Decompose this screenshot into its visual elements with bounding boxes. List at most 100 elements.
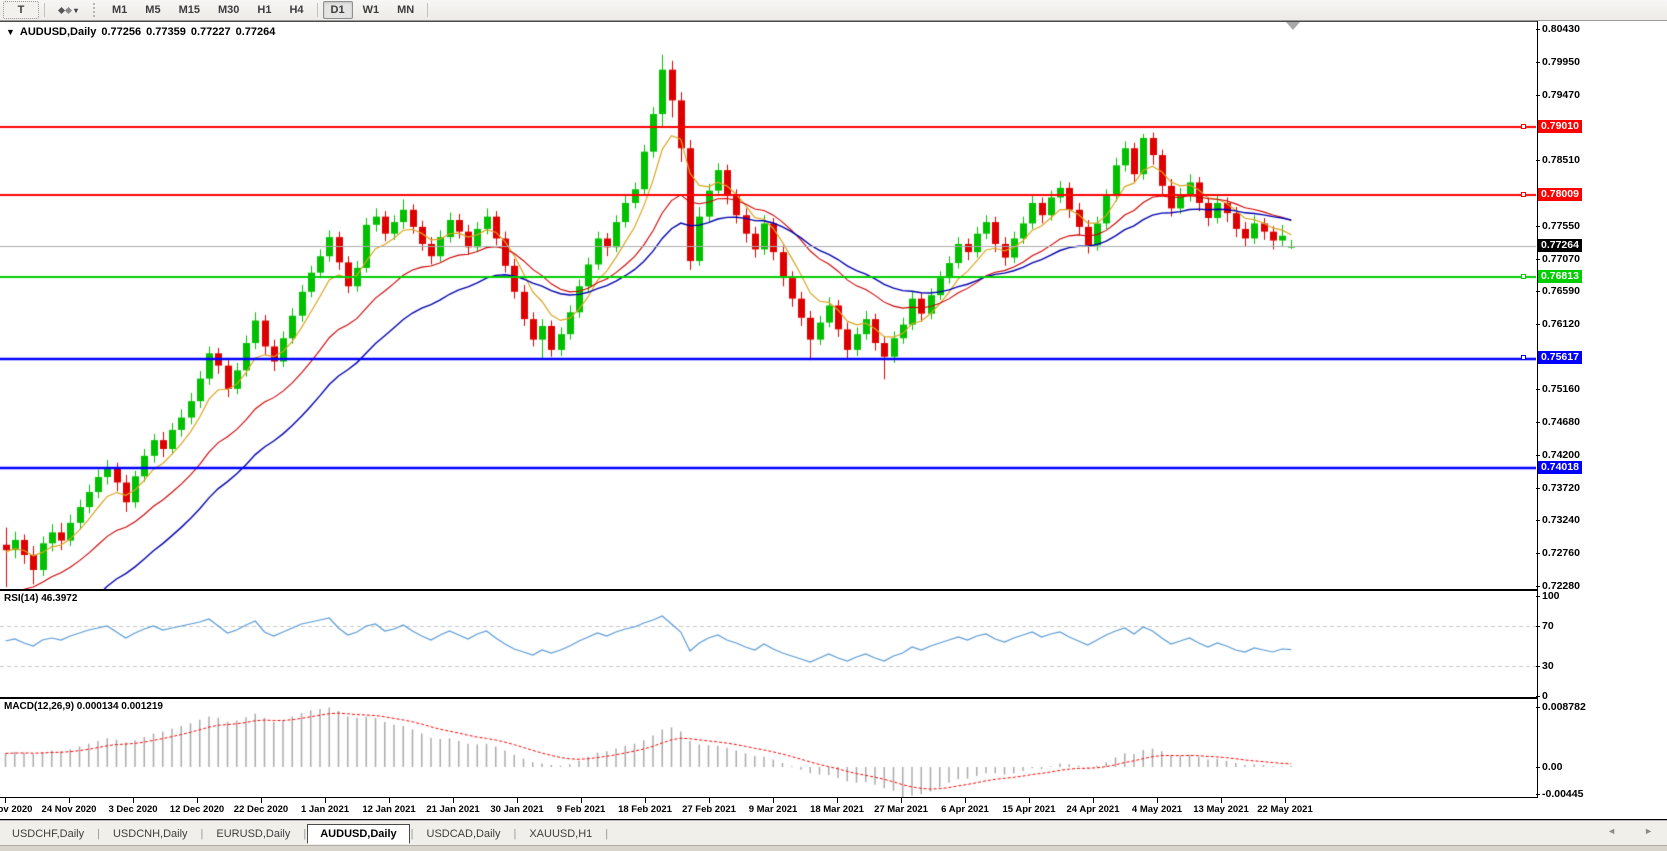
price-tick-label: 0.74680 [1542,416,1580,428]
date-tick [389,798,390,803]
tab-separator: | [411,828,414,840]
date-tick [325,798,326,803]
date-label: 12 Jan 2021 [362,804,415,815]
level-price-tag: 0.79010 [1538,120,1582,133]
date-label: 27 Feb 2021 [682,804,736,815]
date-tick [1157,798,1158,803]
price-tick-label: 0.76120 [1542,318,1580,330]
date-label: 6 Apr 2021 [941,804,989,815]
date-tick [453,798,454,803]
date-label: 21 Jan 2021 [426,804,479,815]
date-label: 15 Apr 2021 [1003,804,1056,815]
tab-scroll-left-icon[interactable]: ◄ [1607,826,1616,836]
toolbar-divider [317,3,318,17]
rsi-tick-label: 100 [1542,590,1560,602]
date-label: 9 Mar 2021 [749,804,798,815]
chart-tab-usdcnh[interactable]: USDCNH,Daily [101,825,200,843]
price-chart-panel[interactable] [0,21,1537,590]
tab-separator: | [97,828,100,840]
toolbar-divider [44,3,45,17]
line-handle[interactable] [1521,274,1526,279]
chart-tab-xauusd[interactable]: XAUUSD,H1 [517,825,604,843]
chart-tab-usdcad[interactable]: USDCAD,Daily [415,825,513,843]
date-label: 22 Dec 2020 [234,804,288,815]
chart-title: ▼ AUDUSD,Daily 0.77256 0.77359 0.77227 0… [6,26,275,38]
date-tick [1221,798,1222,803]
candlestick-chart-canvas[interactable] [0,22,1536,589]
close-value: 0.77264 [236,26,276,38]
price-tick-label: 0.74200 [1542,449,1580,461]
price-tick-label: 0.77550 [1542,220,1580,232]
price-tick-label: 0.73240 [1542,514,1580,526]
level-price-tag: 0.75617 [1538,351,1582,364]
chart-tab-eurusd[interactable]: EURUSD,Daily [204,825,302,843]
macd-panel[interactable] [0,698,1537,798]
date-tick [645,798,646,803]
timeframe-button-m1[interactable]: M1 [104,1,135,19]
line-handle[interactable] [1521,355,1526,360]
timeframe-button-h4[interactable]: H4 [281,1,311,19]
date-tick [1093,798,1094,803]
timeframe-button-mn[interactable]: MN [389,1,422,19]
toolbar-drag-handle[interactable] [93,3,100,17]
date-label: 18 Feb 2021 [618,804,672,815]
date-tick [901,798,902,803]
price-tick-label: 0.75160 [1542,383,1580,395]
timeframe-button-m15[interactable]: M15 [171,1,208,19]
time-axis[interactable]: 14 Nov 202024 Nov 20203 Dec 202012 Dec 2… [0,798,1667,821]
mt4-window: { "toolbar": { "text_tool_label": "T", "… [0,0,1667,851]
dropdown-caret-icon: ▾ [74,6,78,15]
date-label: 27 Mar 2021 [874,804,928,815]
date-label: 4 May 2021 [1132,804,1182,815]
chart-tab-usdchf[interactable]: USDCHF,Daily [0,825,96,843]
current-price-tag: 0.77264 [1538,239,1582,252]
macd-tick-label: 0.00 [1542,761,1562,773]
date-label: 9 Feb 2021 [557,804,606,815]
rsi-chart-canvas[interactable] [0,591,1536,697]
low-value: 0.77227 [191,26,231,38]
date-tick [773,798,774,803]
tab-separator: | [303,828,306,840]
chart-tab-audusd[interactable]: AUDUSD,Daily [307,824,409,844]
drawing-tools-button[interactable]: ▾ [50,1,86,20]
open-value: 0.77256 [101,26,141,38]
price-tick-label: 0.79950 [1542,56,1580,68]
line-handle[interactable] [1521,124,1526,129]
date-label: 3 Dec 2020 [108,804,157,815]
price-axis-border [1537,21,1538,798]
collapse-triangle-icon[interactable]: ▼ [6,27,15,37]
date-label: 30 Jan 2021 [490,804,543,815]
date-label: 12 Dec 2020 [170,804,224,815]
timeframe-button-w1[interactable]: W1 [355,1,388,19]
tab-separator: | [201,828,204,840]
tab-separator: | [605,828,608,840]
tab-separator: | [513,828,516,840]
macd-chart-canvas[interactable] [0,699,1536,797]
price-tick-label: 0.72760 [1542,547,1580,559]
symbol-label: AUDUSD,Daily [20,26,96,38]
rsi-tick-label: 70 [1542,620,1554,632]
date-tick [5,798,6,803]
line-handle[interactable] [1521,192,1526,197]
text-tool-button[interactable]: T [3,1,39,19]
timeframe-button-d1[interactable]: D1 [323,1,353,19]
date-label: 24 Apr 2021 [1067,804,1120,815]
date-tick [517,798,518,803]
price-tick-label: 0.79470 [1542,89,1580,101]
rsi-indicator-label: RSI(14) 46.3972 [4,593,77,604]
date-tick [1285,798,1286,803]
high-value: 0.77359 [146,26,186,38]
toolbar-divider [427,3,428,17]
tab-scroll-right-icon[interactable]: ► [1644,826,1653,836]
date-tick [965,798,966,803]
timeframe-button-m30[interactable]: M30 [210,1,247,19]
date-label: 13 May 2021 [1193,804,1248,815]
level-price-tag: 0.74018 [1538,461,1582,474]
date-label: 14 Nov 2020 [0,804,32,815]
timeframe-button-m5[interactable]: M5 [137,1,168,19]
chart-shift-marker[interactable] [1286,22,1300,30]
rsi-panel[interactable] [0,590,1537,698]
top-toolbar: T ▾ M1M5M15M30H1H4 D1W1MN [0,0,1667,21]
timeframe-button-h1[interactable]: H1 [249,1,279,19]
date-tick [709,798,710,803]
